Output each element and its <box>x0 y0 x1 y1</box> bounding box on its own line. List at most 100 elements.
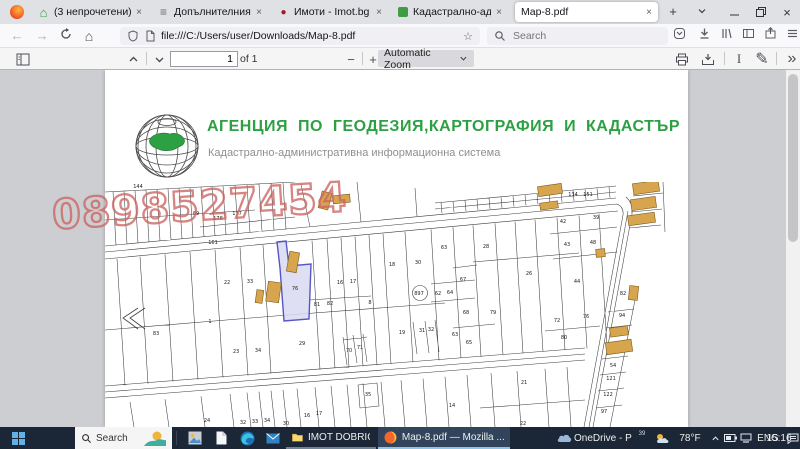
zoom-select[interactable]: Automatic Zoom <box>378 50 474 67</box>
action-center-icon[interactable] <box>786 427 800 449</box>
parcel-number-label: 34 <box>255 348 261 354</box>
onedrive-icon[interactable] <box>556 427 572 449</box>
onedrive-label[interactable]: OneDrive - P <box>574 427 638 449</box>
firefox-view-icon[interactable] <box>10 5 24 19</box>
navigation-toolbar: ← → ⌂ file:///C:/Users/user/Downloads/Ma… <box>0 24 800 48</box>
restore-button[interactable] <box>748 0 774 24</box>
page-number-input[interactable] <box>170 51 238 67</box>
taskbar-window-imot-dobrich[interactable]: IMOT DOBRICH <box>286 427 376 449</box>
parcel-number-label: 97 <box>601 409 607 415</box>
pdf-page: АГЕНЦИЯ ПО ГЕОДЕЗИЯ,КАРТОГРАФИЯ И КАДАСТ… <box>105 70 688 427</box>
pdf-sidebar-toggle-icon[interactable] <box>14 51 32 67</box>
previous-page-icon[interactable] <box>124 51 142 67</box>
pdf-viewer-area: АГЕНЦИЯ ПО ГЕОДЕЗИЯ,КАРТОГРАФИЯ И КАДАСТ… <box>0 70 800 427</box>
parcel-number-label: 897 <box>414 291 424 297</box>
tab-title: Кадастрално-административ <box>413 6 491 18</box>
parcel-number-label: 32 <box>428 327 434 333</box>
search-icon <box>81 433 92 444</box>
shield-icon <box>127 30 139 42</box>
tab-close-icon[interactable]: × <box>256 7 262 18</box>
save-icon[interactable] <box>699 51 717 67</box>
parcel-number-label: 67 <box>460 277 466 283</box>
back-button[interactable]: ← <box>8 27 26 45</box>
parcel-number-label: 82 <box>620 291 626 297</box>
print-icon[interactable] <box>673 51 691 67</box>
parcel-number-label: 33 <box>247 279 253 285</box>
photos-app-icon[interactable] <box>184 427 206 449</box>
green-site-icon <box>398 7 408 17</box>
tab-close-icon[interactable]: × <box>136 7 142 18</box>
url-bar[interactable]: file:///C:/Users/user/Downloads/Map-8.pd… <box>120 27 480 45</box>
parcel-number-label: 21 <box>521 380 527 386</box>
parcel-number-label: 16 <box>304 413 310 419</box>
parcel-number-label: 1 <box>208 319 211 325</box>
list-tabs-button[interactable] <box>693 3 711 21</box>
battery-icon[interactable] <box>722 427 738 449</box>
window-controls: × <box>722 0 800 24</box>
parcel-number-label: 17 <box>316 411 322 417</box>
chevron-down-icon <box>697 6 707 16</box>
scrollbar-thumb[interactable] <box>788 74 798 242</box>
parcel-number-label: 14 <box>449 403 455 409</box>
tab-close-icon[interactable]: × <box>646 7 652 18</box>
more-tools-icon[interactable]: » <box>782 51 800 67</box>
home-button[interactable]: ⌂ <box>80 27 98 45</box>
close-window-button[interactable]: × <box>774 0 800 24</box>
chevron-down-icon <box>459 54 468 63</box>
parcel-number-label: 134 <box>568 192 578 198</box>
bookmark-star-icon[interactable]: ☆ <box>463 30 473 43</box>
page-icon <box>144 30 156 42</box>
tab[interactable]: Кадастрално-административ × <box>392 2 508 22</box>
tab[interactable]: ⌂(3 непрочетени) - АБВ поща× <box>32 2 148 22</box>
zoom-out-button[interactable]: − <box>342 51 360 67</box>
network-icon[interactable] <box>738 427 754 449</box>
agency-subtitle: Кадастрално-административна информационн… <box>208 147 500 159</box>
tray-expand-icon[interactable] <box>708 427 722 449</box>
browser-search-box[interactable] <box>487 27 668 45</box>
window-button-label: Map-8.pdf — Mozilla ... <box>402 432 504 443</box>
minimize-button[interactable] <box>722 0 748 24</box>
edge-icon[interactable] <box>236 427 258 449</box>
parcel-number-label: 121 <box>606 376 616 382</box>
window-button-label: IMOT DOBRICH <box>308 432 370 443</box>
pocket-icon[interactable] <box>670 27 688 45</box>
taskbar-search-box[interactable]: Search <box>75 427 172 449</box>
text-selection-tool-icon[interactable]: I <box>730 51 748 67</box>
taskbar-window-map8-firefox[interactable]: Map-8.pdf — Mozilla ... <box>378 427 510 449</box>
tab-close-icon[interactable]: × <box>496 7 502 18</box>
pdf-toolbar: of 1 − + Automatic Zoom I ✎ » <box>0 48 800 70</box>
taskbar-divider <box>176 431 177 445</box>
parcel-number-label: 63 <box>452 332 458 338</box>
tab-title: Map-8.pdf <box>521 6 641 18</box>
tab[interactable]: Map-8.pdf × <box>515 2 658 22</box>
scrollbar-track[interactable] <box>786 70 800 427</box>
tab[interactable]: ●Имоти - Imot.bg - Пазарът н× <box>272 2 388 22</box>
tab[interactable]: ≡Допълнителният ресурс по× <box>152 2 268 22</box>
downloads-icon[interactable] <box>695 27 713 45</box>
draw-tool-icon[interactable]: ✎ <box>753 51 771 67</box>
tab-bar: ⌂(3 непрочетени) - АБВ поща×≡Допълнителн… <box>0 0 800 24</box>
folder-icon <box>292 432 303 443</box>
mail-icon[interactable] <box>262 427 284 449</box>
forward-button[interactable]: → <box>33 27 51 45</box>
parcel-number-label: 82 <box>327 301 333 307</box>
parcel-number-label: 83 <box>153 331 159 337</box>
reload-button[interactable] <box>57 27 75 45</box>
home-icon: ⌂ <box>38 7 49 18</box>
firefox-icon <box>384 431 397 444</box>
tab-close-icon[interactable]: × <box>376 7 382 18</box>
sidebars-icon[interactable] <box>739 27 757 45</box>
next-page-icon[interactable] <box>150 51 168 67</box>
share-icon[interactable] <box>761 27 779 45</box>
library-icon[interactable] <box>717 27 735 45</box>
start-button[interactable] <box>0 427 36 449</box>
new-tab-button[interactable]: + <box>664 3 682 21</box>
search-input[interactable] <box>511 29 635 43</box>
menu-icon[interactable] <box>783 27 800 45</box>
parcel-number-label: 39 <box>593 215 599 221</box>
document-app-icon[interactable] <box>210 427 232 449</box>
parcel-number-label: 28 <box>483 244 489 250</box>
weather-icon[interactable] <box>652 427 672 449</box>
reload-icon <box>60 28 72 40</box>
temperature-label[interactable]: 78°F <box>673 427 707 449</box>
